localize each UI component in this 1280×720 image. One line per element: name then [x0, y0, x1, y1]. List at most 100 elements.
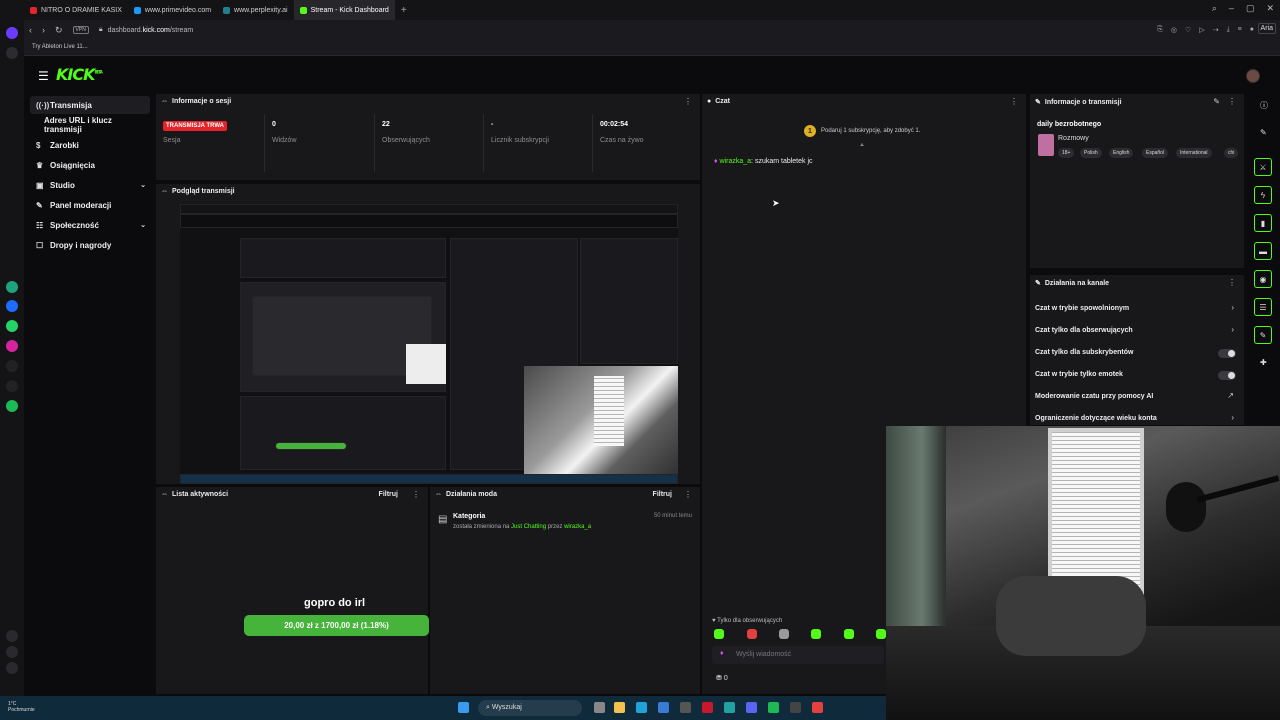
action-account-age[interactable]: Ograniczenie dotyczące wieku konta [1035, 415, 1157, 422]
gift-sub-promo[interactable]: 1 Podaruj 1 subskrypcję, aby zdobyć 1. [804, 125, 920, 137]
stream-preview-video[interactable] [180, 204, 678, 484]
quick-action-button[interactable]: ◉ [1254, 270, 1272, 288]
action-ai-moderation[interactable]: Moderowanie czatu przy pomocy AI [1035, 393, 1153, 400]
quick-action-button[interactable]: ϟ [1254, 186, 1272, 204]
vpn-badge[interactable]: VPN [72, 26, 89, 34]
settings-icon[interactable] [6, 662, 18, 674]
quick-action-button[interactable]: ✎ [1254, 326, 1272, 344]
tiktok-icon[interactable] [6, 360, 18, 372]
obs-icon[interactable] [790, 702, 801, 713]
history-icon[interactable] [6, 646, 18, 658]
flow-icon[interactable]: ⇢ [1213, 26, 1219, 34]
chat-message-input[interactable]: ♦ Wyślij wiadomość [712, 646, 884, 664]
weather-widget[interactable]: 1°C Pochmurnie [8, 701, 35, 713]
chevron-right-icon[interactable]: › [1231, 303, 1234, 312]
sidebar-item-spolecznosc[interactable]: ☷ Społeczność ⌄ [30, 216, 150, 234]
close-button[interactable]: ✕ [1266, 3, 1274, 14]
back-icon[interactable]: ‹ [24, 25, 37, 35]
hamburger-menu-icon[interactable]: ☰ [38, 69, 49, 83]
task-view-icon[interactable] [594, 702, 605, 713]
emote-icon[interactable] [747, 629, 757, 639]
messenger-icon[interactable] [6, 300, 18, 312]
chevron-right-icon[interactable]: › [1231, 325, 1234, 334]
heart-icon[interactable] [6, 630, 18, 642]
store-icon[interactable] [658, 702, 669, 713]
file-explorer-icon[interactable] [614, 702, 625, 713]
quick-action-button[interactable]: ▮ [1254, 214, 1272, 232]
tab-kick-dashboard[interactable]: Stream - Kick Dashboard [293, 0, 395, 20]
sidebar-item-studio[interactable]: ▣ Studio ⌄ [30, 176, 150, 194]
share-icon[interactable]: ⎘ [1157, 26, 1163, 34]
opera-gx-icon[interactable] [812, 702, 823, 713]
search-tabs-icon[interactable]: ⌕ [1212, 3, 1217, 14]
sidebar-item-panel-moderacji[interactable]: ✎ Panel moderacji [30, 196, 150, 214]
subscribers-only-toggle[interactable] [1218, 349, 1236, 358]
filter-button[interactable]: Filtruj [379, 491, 398, 498]
whatsapp-icon[interactable] [6, 320, 18, 332]
play-icon[interactable]: ▷ [1199, 26, 1204, 34]
tab-primevideo[interactable]: www.primevideo.com [128, 0, 217, 20]
sidebar-item-osiagniecia[interactable]: ♛ Osiągnięcia [30, 156, 150, 174]
scroll-down-icon[interactable]: ⩡ [860, 142, 864, 150]
user-avatar[interactable] [1246, 69, 1260, 83]
tab-nitro[interactable]: NITRO O DRAMIE KASIX [24, 0, 128, 20]
edit-icon[interactable]: ✎ [1213, 97, 1220, 106]
quick-action-button[interactable]: ⚔ [1254, 158, 1272, 176]
more-options-icon[interactable]: ⋮ [1228, 278, 1236, 287]
sidebar-item-dropy[interactable]: ☐ Dropy i nagrody [30, 236, 150, 254]
opera-taskbar-icon[interactable] [702, 702, 713, 713]
windows-start-icon[interactable] [458, 702, 469, 713]
app-icon[interactable] [724, 702, 735, 713]
spotify-taskbar-icon[interactable] [768, 702, 779, 713]
quick-action-button[interactable]: ☰ [1254, 298, 1272, 316]
chat-username[interactable]: wirazka_a [720, 158, 752, 165]
new-tab-button[interactable]: + [395, 5, 413, 16]
mod-action-user-link[interactable]: wirazka_a [564, 524, 591, 530]
external-link-icon[interactable]: ↗ [1227, 391, 1234, 400]
spotify-icon[interactable] [6, 400, 18, 412]
download-icon[interactable]: ⤓ [1227, 26, 1230, 34]
profile-icon[interactable]: ● [1250, 26, 1254, 34]
emote-only-toggle[interactable] [1218, 371, 1236, 380]
emote-icon[interactable] [876, 629, 886, 639]
forward-icon[interactable]: › [37, 25, 50, 35]
taskbar-search[interactable]: ⌕ Wyszukaj [478, 700, 582, 716]
bookmark-item[interactable]: Try Ableton Live 11... [32, 44, 88, 50]
drag-handle-icon[interactable]: ⇔ [435, 491, 442, 498]
aria-button[interactable]: Aria [1257, 23, 1276, 34]
emote-icon[interactable] [844, 629, 854, 639]
chatgpt-icon[interactable] [6, 281, 18, 293]
more-options-icon[interactable]: ⋮ [684, 490, 692, 499]
filter-button[interactable]: Filtruj [653, 491, 672, 498]
add-action-icon[interactable]: ✚ [1260, 358, 1267, 367]
more-options-icon[interactable]: ⋮ [684, 97, 692, 106]
app-icon[interactable] [680, 702, 691, 713]
chevron-right-icon[interactable]: › [1231, 413, 1234, 422]
x-icon[interactable] [6, 380, 18, 392]
sidebar-item-zarobki[interactable]: $ Zarobki [30, 136, 150, 154]
action-slow-mode[interactable]: Czat w trybie spowolnionym [1035, 305, 1129, 312]
mod-action-category-link[interactable]: Just Chatting [511, 524, 546, 530]
edge-icon[interactable] [636, 702, 647, 713]
maximize-button[interactable]: ▢ [1246, 3, 1255, 14]
more-options-icon[interactable]: ⋮ [1228, 97, 1236, 106]
minimize-button[interactable]: – [1229, 3, 1234, 14]
info-icon[interactable]: ⓘ [1260, 100, 1268, 111]
drag-handle-icon[interactable]: ⇔ [161, 188, 168, 195]
emote-icon[interactable] [779, 629, 789, 639]
drag-handle-icon[interactable]: ⇔ [161, 491, 168, 498]
discord-icon[interactable] [746, 702, 757, 713]
instagram-icon[interactable] [6, 340, 18, 352]
camera-icon[interactable]: ◎ [1171, 26, 1177, 34]
more-options-icon[interactable]: ⋮ [1010, 97, 1018, 106]
emote-icon[interactable] [714, 629, 724, 639]
tab-perplexity[interactable]: www.perplexity.ai [217, 0, 294, 20]
sidebar-item-stream-key[interactable]: Adres URL i klucz transmisji [30, 116, 150, 134]
star-icon[interactable] [6, 47, 18, 59]
home-icon[interactable] [6, 27, 18, 39]
sidebar-item-transmisja[interactable]: ((·)) Transmisja [30, 96, 150, 114]
action-followers-only[interactable]: Czat tylko dla obserwujących [1035, 327, 1133, 334]
quick-action-button[interactable]: ▬ [1254, 242, 1272, 260]
kick-logo[interactable]: KICKBETA [56, 65, 103, 84]
drag-handle-icon[interactable]: ⇔ [161, 98, 168, 105]
